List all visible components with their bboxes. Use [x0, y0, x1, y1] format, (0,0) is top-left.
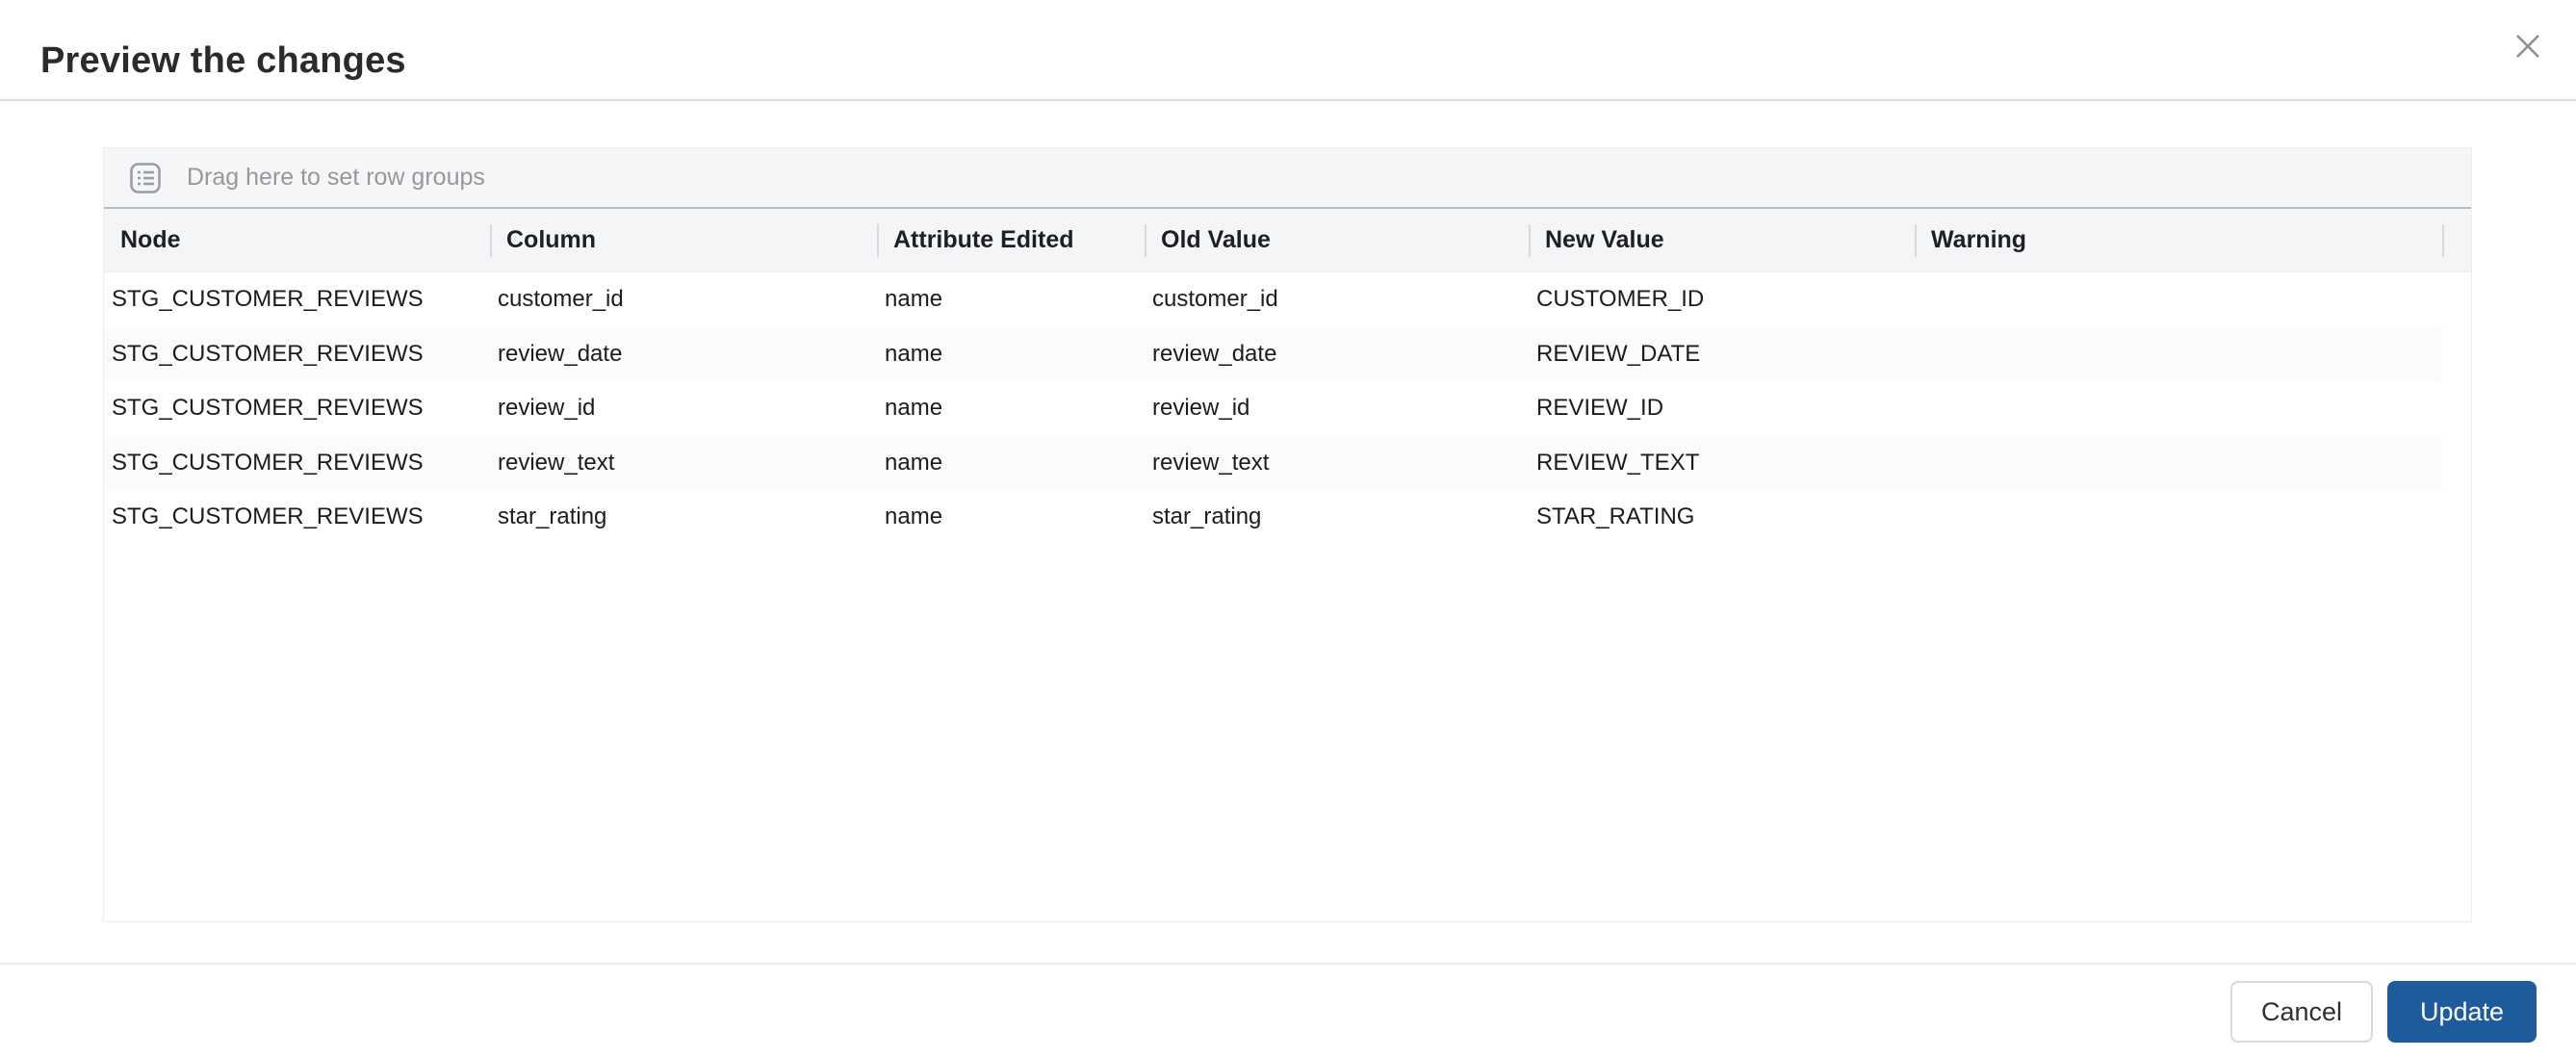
column-header-node[interactable]: Node — [104, 209, 490, 271]
cell-column[interactable]: review_date — [490, 327, 877, 382]
cell-warning[interactable] — [1915, 381, 2442, 436]
cell-column[interactable]: customer_id — [490, 272, 877, 327]
page-title: Preview the changes — [40, 40, 406, 81]
cell-warning[interactable] — [1915, 490, 2442, 545]
table-row[interactable]: STG_CUSTOMER_REVIEWS review_date name revie… — [104, 326, 2442, 382]
table-row[interactable]: STG_CUSTOMER_REVIEWS customer_id name custo… — [104, 272, 2442, 327]
cell-attribute_edited[interactable]: name — [877, 436, 1145, 491]
cell-old_value[interactable]: star_rating — [1145, 490, 1529, 545]
column-header-attribute_edited[interactable]: Attribute Edited — [877, 209, 1145, 271]
cell-old_value[interactable]: customer_id — [1145, 272, 1529, 327]
cell-old_value[interactable]: review_id — [1145, 381, 1529, 436]
column-header-warning[interactable]: Warning — [1915, 209, 2442, 271]
changes-table: Drag here to set row groups Node Column At… — [103, 147, 2472, 922]
cell-warning[interactable] — [1915, 436, 2442, 491]
table-header-row: Node Column Attribute Edited Old Value New V… — [104, 209, 2471, 272]
cell-old_value[interactable]: review_text — [1145, 436, 1529, 491]
column-header-column[interactable]: Column — [490, 209, 877, 271]
cancel-button[interactable]: Cancel — [2230, 981, 2373, 1043]
cell-new_value[interactable]: STAR_RATING — [1529, 490, 1915, 545]
title-divider — [0, 99, 2576, 101]
cell-warning[interactable] — [1915, 272, 2442, 327]
table-row[interactable]: STG_CUSTOMER_REVIEWS review_text name revie… — [104, 435, 2442, 491]
row-group-drop-zone[interactable]: Drag here to set row groups — [104, 148, 2471, 209]
cell-column[interactable]: review_text — [490, 436, 877, 491]
header-scrollbar-spacer — [2442, 209, 2471, 271]
table-body: STG_CUSTOMER_REVIEWS customer_id name custo… — [104, 272, 2471, 545]
cell-attribute_edited[interactable]: name — [877, 272, 1145, 327]
cell-attribute_edited[interactable]: name — [877, 490, 1145, 545]
cell-node[interactable]: STG_CUSTOMER_REVIEWS — [104, 327, 490, 382]
cell-node[interactable]: STG_CUSTOMER_REVIEWS — [104, 381, 490, 436]
table-row[interactable]: STG_CUSTOMER_REVIEWS review_id name review_… — [104, 381, 2442, 436]
column-header-old_value[interactable]: Old Value — [1145, 209, 1529, 271]
cell-new_value[interactable]: REVIEW_DATE — [1529, 327, 1915, 382]
footer-divider — [0, 963, 2576, 965]
cell-new_value[interactable]: CUSTOMER_ID — [1529, 272, 1915, 327]
cell-warning[interactable] — [1915, 327, 2442, 382]
update-button[interactable]: Update — [2387, 981, 2537, 1043]
cell-column[interactable]: star_rating — [490, 490, 877, 545]
row-groups-icon — [130, 162, 161, 193]
cell-new_value[interactable]: REVIEW_TEXT — [1529, 436, 1915, 491]
column-header-new_value[interactable]: New Value — [1529, 209, 1915, 271]
preview-changes-dialog: Preview the changes Drag here to set row… — [0, 0, 2576, 1057]
cell-node[interactable]: STG_CUSTOMER_REVIEWS — [104, 272, 490, 327]
cell-node[interactable]: STG_CUSTOMER_REVIEWS — [104, 436, 490, 491]
close-icon — [2516, 35, 2539, 58]
close-button[interactable] — [2505, 23, 2551, 69]
cell-node[interactable]: STG_CUSTOMER_REVIEWS — [104, 490, 490, 545]
row-group-hint-label: Drag here to set row groups — [187, 164, 485, 191]
cell-new_value[interactable]: REVIEW_ID — [1529, 381, 1915, 436]
cell-attribute_edited[interactable]: name — [877, 327, 1145, 382]
table-row[interactable]: STG_CUSTOMER_REVIEWS star_rating name star_… — [104, 490, 2442, 545]
cell-attribute_edited[interactable]: name — [877, 381, 1145, 436]
cell-column[interactable]: review_id — [490, 381, 877, 436]
cell-old_value[interactable]: review_date — [1145, 327, 1529, 382]
